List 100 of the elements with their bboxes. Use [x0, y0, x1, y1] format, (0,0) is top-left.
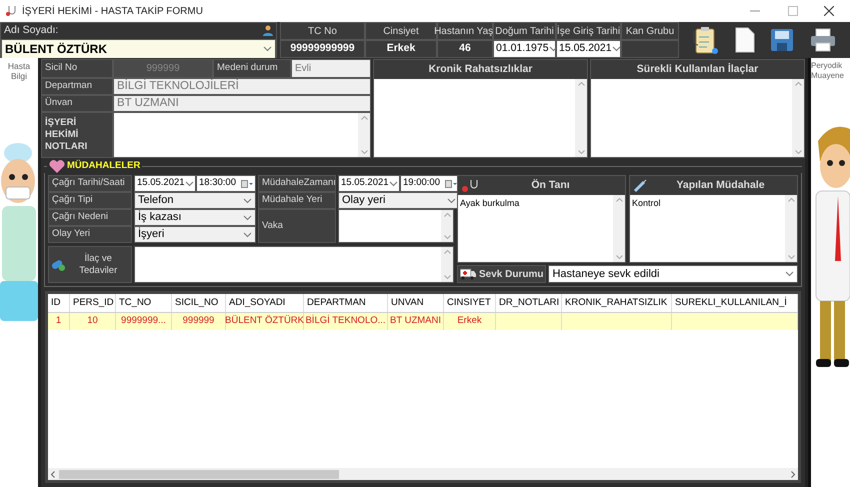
column-header[interactable]: SICIL_NO	[172, 294, 226, 312]
column-header: Kan Grubu	[621, 22, 679, 40]
vertical-scrollbar[interactable]	[358, 113, 370, 157]
table-cell: Erkek	[444, 313, 496, 330]
column-header[interactable]: DEPARTMAN	[304, 294, 388, 312]
close-icon[interactable]	[824, 6, 834, 16]
scroll-down-icon[interactable]	[788, 255, 794, 259]
scroll-down-icon[interactable]	[616, 255, 622, 259]
scroll-down-icon[interactable]	[444, 235, 450, 239]
panel-header: Kronik Rahatsızlıklar	[374, 60, 587, 79]
name-dropdown[interactable]: BÜLENT ÖZTÜRK	[1, 38, 276, 60]
column-header: TC No	[280, 22, 365, 40]
field-label: İlaç ve Tedaviler	[48, 246, 132, 283]
vertical-scrollbar[interactable]	[575, 79, 587, 157]
scroll-down-icon[interactable]	[444, 275, 450, 279]
table-cell: BT UZMANI	[388, 313, 444, 330]
side-tab[interactable]: Hasta Bilgi	[1, 61, 37, 81]
scroll-up-icon[interactable]	[616, 198, 622, 202]
column-header: İşe Giriş Tarihi	[556, 22, 621, 40]
side-tab[interactable]: Peryodik Muayene	[811, 61, 850, 81]
table-cell: BİLGİ TEKNOLO...	[304, 313, 388, 330]
dropdown-field[interactable]: İşyeri	[134, 226, 256, 243]
spin-dropdown-icon[interactable]	[445, 180, 457, 188]
scroll-down-icon[interactable]	[578, 150, 584, 154]
field-label: Çağrı Nedeni	[48, 209, 132, 226]
field-label: Sicil No	[41, 59, 113, 78]
field-label: Medeni durum	[213, 59, 291, 78]
maximize-icon[interactable]	[788, 6, 798, 16]
dropdown-field[interactable]: Olay yeri	[338, 192, 460, 209]
text-area[interactable]: Kontrol	[630, 195, 797, 262]
vertical-scrollbar[interactable]	[441, 247, 453, 282]
scroll-left-icon[interactable]	[51, 470, 55, 478]
dropdown-field[interactable]: Telefon	[134, 192, 256, 209]
text-area[interactable]	[338, 209, 454, 243]
stethoscope-icon	[461, 178, 479, 192]
column-header[interactable]: DR_NOTLARI	[496, 294, 562, 312]
dropdown-field[interactable]: Hastaneye sevk edildi	[548, 265, 798, 283]
field-label: Müdahale Yeri	[258, 192, 336, 209]
scroll-down-icon[interactable]	[794, 150, 802, 154]
date-picker[interactable]: 01.01.1975	[493, 40, 556, 58]
field-label: Vaka	[258, 209, 336, 243]
dropdown-field[interactable]: İş kazası	[134, 209, 256, 226]
date-picker[interactable]: 15.05.2021	[338, 175, 400, 192]
field-label: İŞYERİ HEKİMİ NOTLARI	[41, 112, 113, 158]
column-header: Doğum Tarihi	[493, 22, 556, 40]
panel-header: Sürekli Kullanılan İlaçlar	[591, 60, 804, 79]
field-label: Olay Yeri	[48, 226, 132, 243]
table-cell: BÜLENT ÖZTÜRK	[226, 313, 304, 330]
field-label: Sevk Durumu	[457, 265, 546, 283]
column-header[interactable]: CINSIYET	[444, 294, 496, 312]
column-header[interactable]: UNVAN	[388, 294, 444, 312]
panel-header: Ön Tanı	[530, 178, 571, 193]
pill-icon	[51, 258, 66, 272]
stethoscope-icon	[6, 5, 18, 17]
date-picker[interactable]: 15.05.2021	[556, 40, 621, 58]
scroll-up-icon[interactable]	[360, 116, 368, 120]
notes-textarea[interactable]	[113, 112, 371, 158]
field-label: Departman	[41, 78, 113, 95]
table-row[interactable]: 1 10 9999999... 999999 BÜLENT ÖZTÜRK BİLGİ TEKNOLO... BT UZMANI Erkek	[48, 313, 798, 330]
table-cell: 1	[48, 313, 70, 330]
panel-header: Yapılan Müdahale	[675, 178, 766, 193]
new-document-icon[interactable]	[734, 27, 755, 53]
field-label: Çağrı Tipi	[48, 192, 132, 209]
heart-icon	[49, 160, 65, 172]
field-value: Evli	[291, 59, 371, 78]
date-picker[interactable]: 15.05.2021	[134, 175, 196, 192]
column-header[interactable]: ADI_SOYADI	[226, 294, 304, 312]
scroll-up-icon[interactable]	[794, 82, 802, 86]
column-header[interactable]: TC_NO	[116, 294, 172, 312]
scroll-up-icon[interactable]	[444, 250, 450, 254]
column-header[interactable]: ID	[48, 294, 70, 312]
column-header[interactable]: SUREKLI_KULLANILAN_İ	[672, 294, 798, 312]
scroll-up-icon[interactable]	[444, 213, 450, 217]
field-value: BİLGİ TEKNOLOJİLERİ	[113, 78, 371, 95]
column-header[interactable]: PERS_ID	[70, 294, 116, 312]
scroll-up-icon[interactable]	[788, 198, 794, 202]
horizontal-scrollbar[interactable]	[48, 468, 798, 480]
text-area[interactable]: Ayak burkulma	[458, 195, 625, 262]
vertical-scrollbar[interactable]	[792, 79, 804, 157]
window-title: İŞYERİ HEKİMİ - HASTA TAKİP FORMU	[22, 4, 203, 18]
column-header[interactable]: KRONIK_RAHATSIZLIK	[562, 294, 672, 312]
time-picker[interactable]: 18:30:00	[196, 175, 256, 192]
spin-dropdown-icon[interactable]	[241, 180, 253, 188]
field-value: BT UZMANI	[113, 95, 371, 112]
save-icon[interactable]	[771, 29, 794, 51]
text-area[interactable]	[134, 246, 454, 283]
table-cell: 9999999...	[116, 313, 172, 330]
scroll-right-icon[interactable]	[791, 470, 795, 478]
scroll-up-icon[interactable]	[578, 82, 584, 86]
field-label: Çağrı Tarihi/Saati	[48, 175, 132, 192]
user-icon	[263, 25, 273, 36]
field-value: Erkek	[365, 40, 437, 58]
field-value: 46	[437, 40, 493, 58]
printer-icon[interactable]	[810, 28, 836, 52]
vertical-scrollbar[interactable]	[613, 195, 625, 262]
vertical-scrollbar[interactable]	[441, 210, 453, 242]
time-picker[interactable]: 19:00:00	[400, 175, 460, 192]
vertical-scrollbar[interactable]	[785, 195, 797, 262]
scroll-down-icon[interactable]	[360, 150, 368, 154]
ambulance-icon	[460, 268, 476, 280]
